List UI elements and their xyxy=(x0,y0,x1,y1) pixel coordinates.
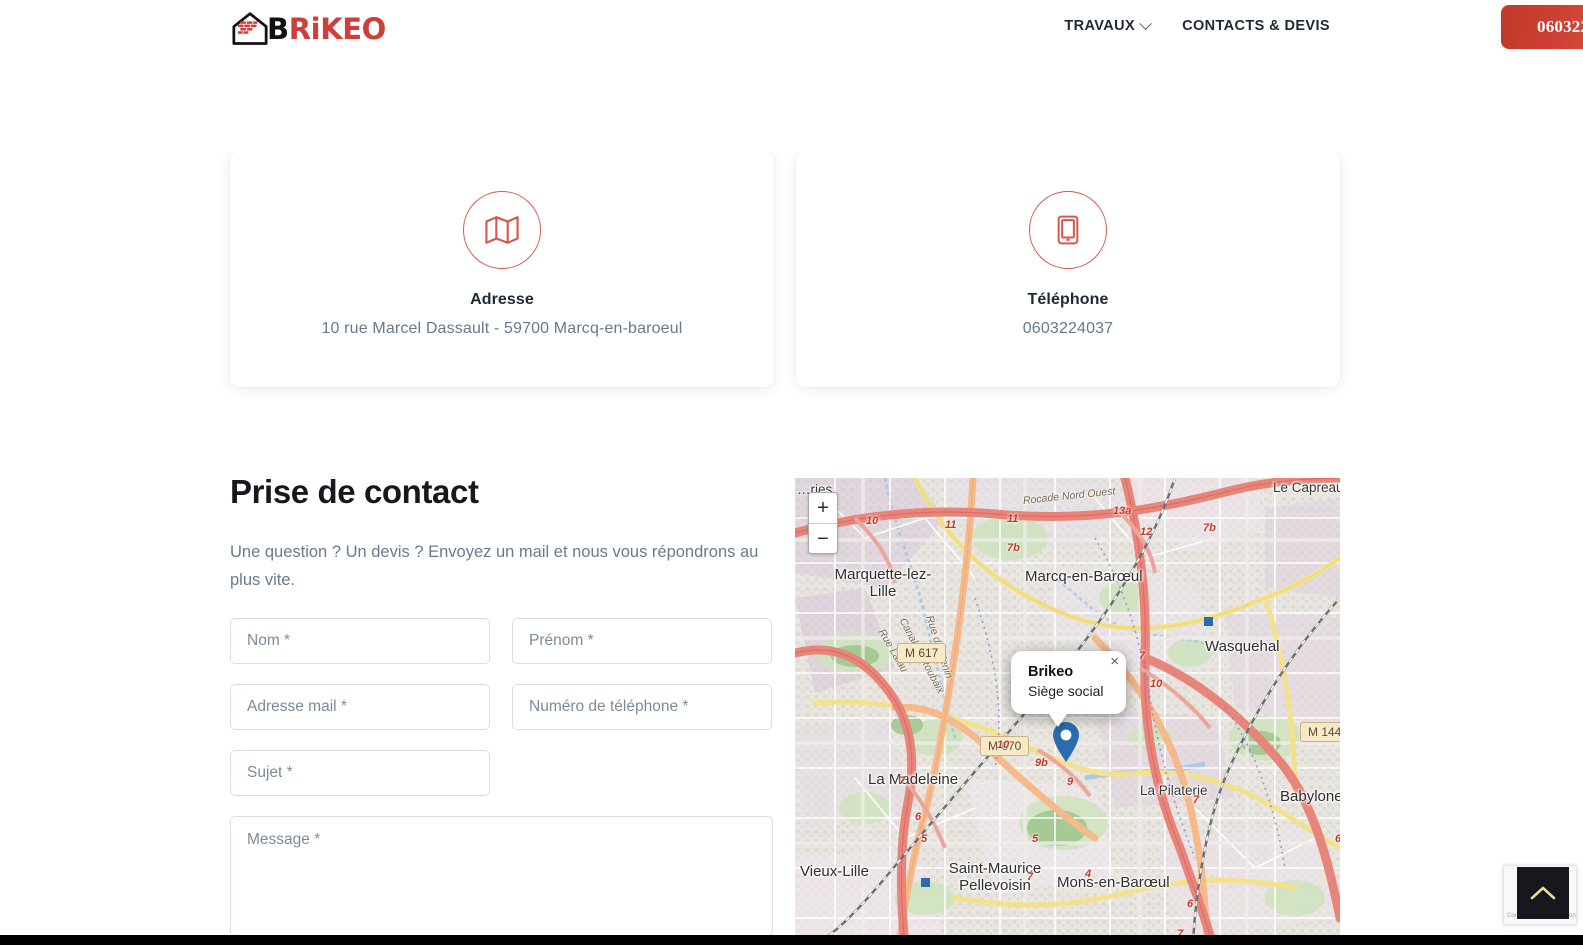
map-location-marker[interactable] xyxy=(1051,721,1081,768)
map-zoom-out-button[interactable]: − xyxy=(809,523,837,553)
map-exit-number: 5 xyxy=(921,833,928,845)
nav-item-contacts-devis-label: CONTACTS & DEVIS xyxy=(1182,18,1330,34)
map-folded-icon xyxy=(485,216,519,244)
map-exit-number: 12 xyxy=(1140,526,1153,538)
map-exit-number: 7 xyxy=(1139,650,1146,662)
message-textarea[interactable] xyxy=(230,816,773,937)
contact-page: BRiKEO TRAVAUX CONTACTS & DEVIS 06032240… xyxy=(0,0,1583,945)
location-map[interactable]: + − …ries Marquette-lez-Lille Marcq-en-Bar… xyxy=(795,478,1340,945)
map-exit-number: 7b xyxy=(1007,542,1020,554)
telephone-card-title: Téléphone xyxy=(1027,291,1109,308)
info-cards-row: Adresse 10 rue Marcel Dassault - 59700 M… xyxy=(230,151,1340,387)
contact-description: Une question ? Un devis ? Envoyez un mai… xyxy=(230,542,759,589)
telephone-input[interactable] xyxy=(512,684,772,731)
chevron-up-icon xyxy=(1530,886,1556,900)
map-exit-number: 6 xyxy=(1187,898,1194,910)
map-exit-number: 13a xyxy=(1113,505,1132,517)
mobile-phone-icon xyxy=(1057,215,1079,245)
map-popup: × Brikeo Siège social xyxy=(1011,651,1126,727)
map-popup-tip xyxy=(1049,714,1067,727)
map-exit-number: 7b xyxy=(1203,522,1216,534)
nav-item-travaux-label: TRAVAUX xyxy=(1064,18,1136,34)
nav-item-travaux[interactable]: TRAVAUX xyxy=(1064,16,1152,34)
map-exit-number: 7 xyxy=(899,775,906,787)
nom-input[interactable] xyxy=(230,618,490,665)
logo-text-accent: RiKEO xyxy=(288,11,387,46)
info-card-adresse: Adresse 10 rue Marcel Dassault - 59700 M… xyxy=(230,151,774,387)
page-title: Prise de contact xyxy=(230,473,479,510)
sujet-input[interactable] xyxy=(230,750,490,797)
map-exit-number: 11 xyxy=(945,519,957,531)
map-exit-number: 4 xyxy=(1085,868,1092,880)
nav-item-contacts-devis[interactable]: CONTACTS & DEVIS xyxy=(1182,18,1330,34)
chevron-down-icon xyxy=(1139,16,1152,30)
adresse-card-value: 10 rue Marcel Dassault - 59700 Marcq-en-… xyxy=(321,320,683,337)
map-popup-subtitle: Siège social xyxy=(1028,683,1104,699)
map-exit-number: 10 xyxy=(997,739,1010,751)
prenom-input[interactable] xyxy=(512,618,772,665)
map-road-shield: M 617 xyxy=(897,643,947,663)
scroll-to-top-button[interactable] xyxy=(1517,867,1569,919)
map-zoom-control: + − xyxy=(808,492,838,554)
map-exit-number: 6 xyxy=(915,811,922,823)
info-card-telephone: Téléphone 0603224037 xyxy=(796,151,1340,387)
map-popup-title: Brikeo xyxy=(1028,664,1074,680)
map-exit-number: 7 xyxy=(1193,794,1200,806)
contact-form xyxy=(230,618,773,937)
map-exit-number: 9b xyxy=(1035,757,1048,769)
main-navigation: TRAVAUX CONTACTS & DEVIS xyxy=(1064,16,1330,34)
map-exit-number: 6 xyxy=(1335,833,1340,845)
map-exit-number: 5 xyxy=(1032,833,1039,845)
email-input[interactable] xyxy=(230,684,490,731)
map-exit-number: 9 xyxy=(1067,776,1074,788)
header-phone-button[interactable]: 0603224037 xyxy=(1501,5,1583,49)
map-popup-close-icon[interactable]: × xyxy=(1110,654,1119,669)
telephone-icon-circle xyxy=(1029,191,1107,269)
map-zoom-in-button[interactable]: + xyxy=(809,493,837,523)
house-brick-logo-icon xyxy=(232,12,268,45)
telephone-card-value: 0603224037 xyxy=(1022,320,1114,337)
page-bottom-bar xyxy=(0,935,1583,945)
map-exit-number: 10 xyxy=(1150,678,1163,690)
site-header: BRiKEO TRAVAUX CONTACTS & DEVIS 06032240… xyxy=(0,0,1583,152)
map-exit-number: 7 xyxy=(1027,871,1034,883)
adresse-card-title: Adresse xyxy=(470,291,534,308)
logo-text-dark: B xyxy=(267,11,289,46)
site-logo[interactable]: BRiKEO xyxy=(229,8,386,50)
map-exit-number: 11 xyxy=(1007,513,1019,525)
contact-form-section: Prise de contact Une question ? Un devis… xyxy=(230,472,773,937)
adresse-icon-circle xyxy=(463,191,541,269)
map-road-shield: M 144 xyxy=(1300,722,1340,742)
location-pin-icon xyxy=(1053,722,1079,762)
map-exit-number: 10 xyxy=(866,515,879,527)
